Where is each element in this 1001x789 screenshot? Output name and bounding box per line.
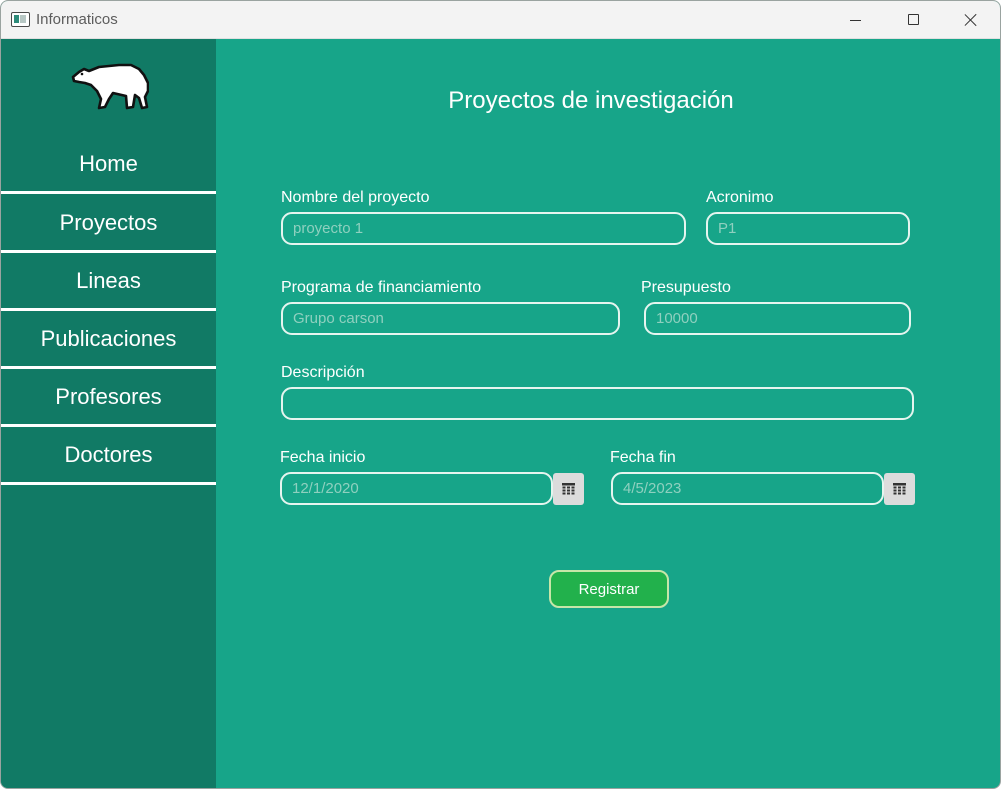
calendar-icon bbox=[893, 483, 906, 495]
fecha-inicio-label: Fecha inicio bbox=[280, 449, 366, 466]
close-button[interactable] bbox=[942, 1, 1000, 39]
programa-label: Programa de financiamiento bbox=[281, 279, 482, 296]
sidebar-item-profesores[interactable]: Profesores bbox=[1, 369, 216, 427]
minimize-button[interactable] bbox=[826, 1, 884, 39]
registrar-button[interactable]: Registrar bbox=[549, 570, 669, 608]
descripcion-input[interactable] bbox=[281, 387, 914, 420]
title-bar: Informaticos bbox=[1, 1, 1000, 39]
fecha-fin-input[interactable] bbox=[611, 472, 884, 505]
acronimo-input[interactable] bbox=[706, 212, 910, 245]
minimize-icon bbox=[850, 20, 861, 21]
sidebar: Home Proyectos Lineas Publicaciones Prof… bbox=[1, 39, 216, 788]
nombre-label: Nombre del proyecto bbox=[281, 189, 430, 206]
programa-input[interactable] bbox=[281, 302, 620, 335]
maximize-icon bbox=[908, 14, 919, 25]
polar-bear-logo bbox=[71, 63, 149, 110]
page-title: Proyectos de investigación bbox=[448, 87, 734, 114]
calendar-icon bbox=[562, 483, 575, 495]
fecha-inicio-calendar-button[interactable] bbox=[553, 473, 584, 505]
sidebar-item-home[interactable]: Home bbox=[1, 136, 216, 194]
fecha-inicio-input[interactable] bbox=[280, 472, 553, 505]
maximize-button[interactable] bbox=[884, 1, 942, 39]
presupuesto-label: Presupuesto bbox=[641, 279, 731, 296]
close-icon bbox=[964, 13, 978, 27]
main-content: Proyectos de investigación Nombre del pr… bbox=[216, 39, 1000, 788]
app-window-icon bbox=[11, 12, 30, 27]
acronimo-label: Acronimo bbox=[706, 189, 774, 206]
sidebar-item-publicaciones[interactable]: Publicaciones bbox=[1, 311, 216, 369]
fecha-fin-calendar-button[interactable] bbox=[884, 473, 915, 505]
nombre-input[interactable] bbox=[281, 212, 686, 245]
sidebar-item-lineas[interactable]: Lineas bbox=[1, 253, 216, 311]
sidebar-item-doctores[interactable]: Doctores bbox=[1, 427, 216, 485]
fecha-fin-label: Fecha fin bbox=[610, 449, 676, 466]
descripcion-label: Descripción bbox=[281, 364, 365, 381]
window-title: Informaticos bbox=[36, 11, 118, 28]
sidebar-item-proyectos[interactable]: Proyectos bbox=[1, 195, 216, 253]
app-window: Informaticos Home Proyectos Lineas Publi… bbox=[0, 0, 1001, 789]
presupuesto-input[interactable] bbox=[644, 302, 911, 335]
